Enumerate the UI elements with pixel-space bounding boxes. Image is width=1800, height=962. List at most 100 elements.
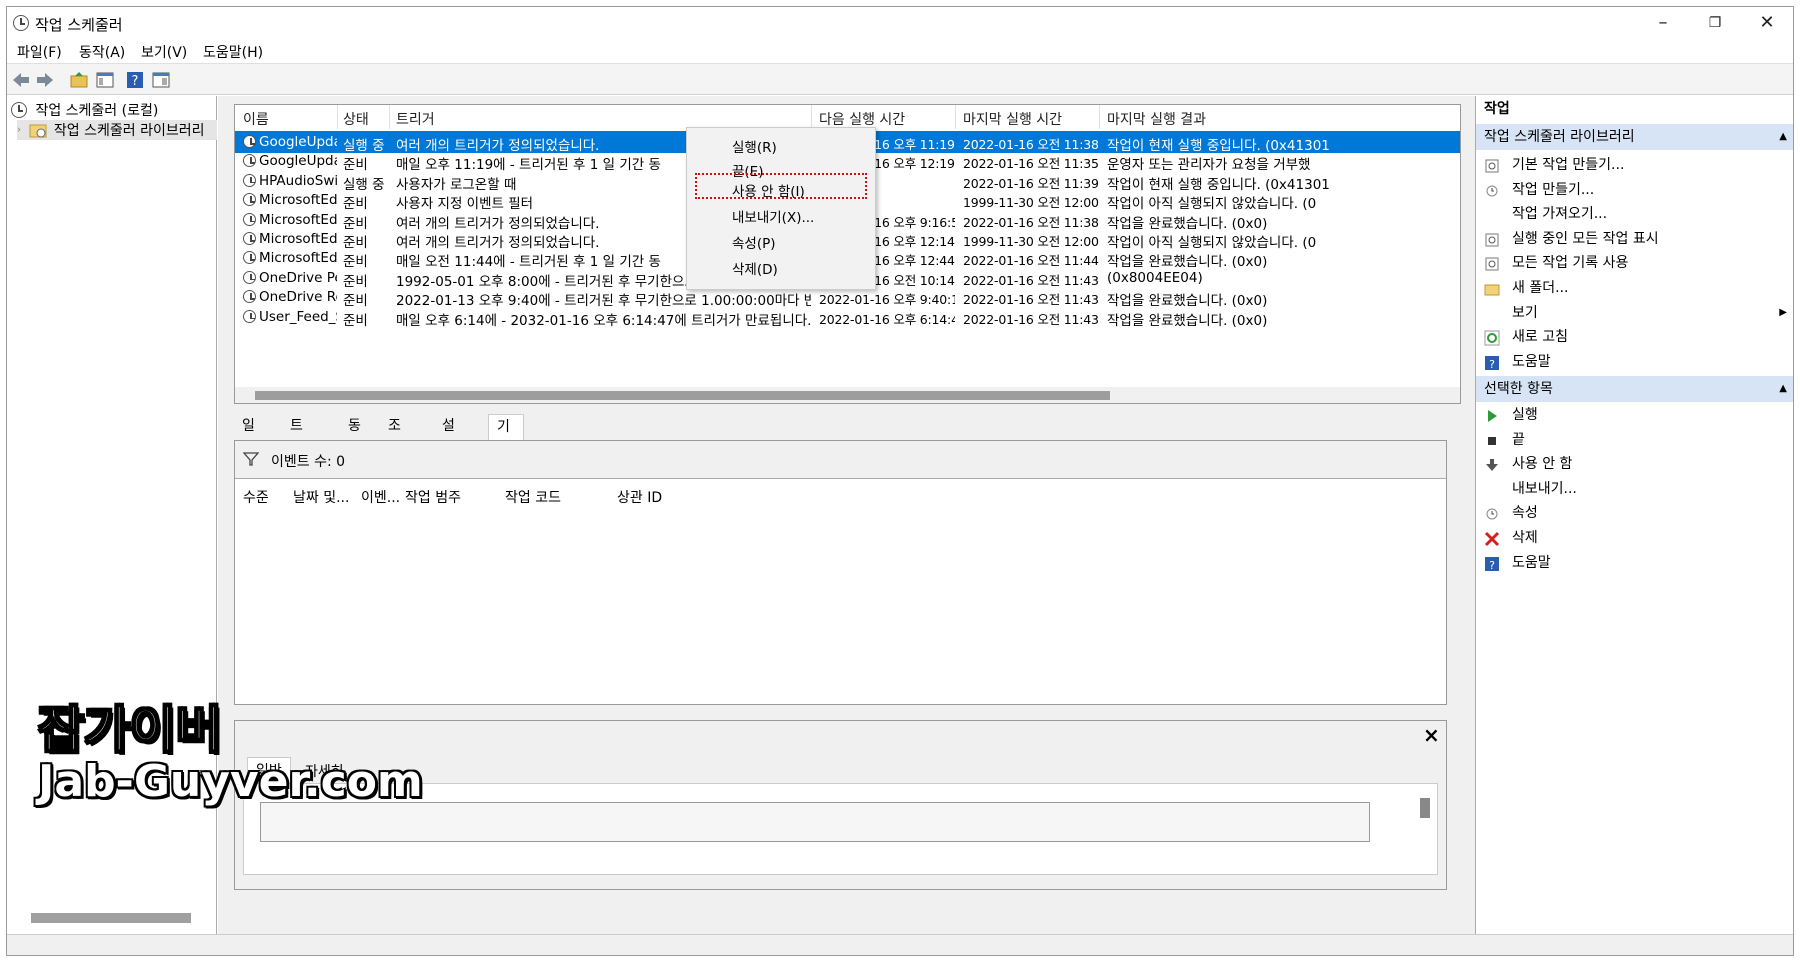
hist-col-opcode[interactable]: 작업 코드 xyxy=(505,487,561,507)
tab-history[interactable]: 기록(사용 안 함) xyxy=(488,414,525,555)
tab-settings[interactable]: 설정 xyxy=(434,414,463,458)
run-icon xyxy=(1484,407,1500,423)
ctx-disable[interactable]: 사용 안 함(I) xyxy=(732,180,805,200)
restore-button[interactable]: ❐ xyxy=(1689,7,1741,39)
actions-section-library[interactable]: 작업 스케줄러 라이브러리 ▲ xyxy=(1476,124,1793,150)
ctx-delete[interactable]: 삭제(D) xyxy=(732,258,778,278)
action-item[interactable]: 끝 xyxy=(1476,427,1793,453)
help-icon[interactable]: ? xyxy=(125,70,145,90)
up-folder-icon[interactable] xyxy=(69,70,89,90)
tab-actions[interactable]: 동작 xyxy=(340,414,369,458)
action-item[interactable]: 기본 작업 만들기... xyxy=(1476,152,1793,178)
action-item[interactable]: 작업 만들기... xyxy=(1476,177,1793,203)
hist-col-event[interactable]: 이벤... xyxy=(361,487,400,507)
cell-name: MicrosoftEd... xyxy=(259,192,337,209)
hist-col-correlation[interactable]: 상관 ID xyxy=(617,487,662,507)
cell-next: 2022-01-16 오후 6:14:47 xyxy=(819,311,955,327)
cell-result: 작업을 완료했습니다. (0x0) xyxy=(1107,312,1268,329)
menu-action[interactable]: 동작(A) xyxy=(79,42,125,62)
col-last-result[interactable]: 마지막 실행 결과 xyxy=(1107,109,1206,129)
action-pane-icon[interactable] xyxy=(151,70,171,90)
filter-icon[interactable] xyxy=(243,451,259,467)
tab-triggers[interactable]: 트리거 xyxy=(282,414,311,482)
action-item[interactable]: 내보내기... xyxy=(1476,476,1793,502)
new-task-icon xyxy=(1484,182,1500,198)
action-label: 도움말 xyxy=(1512,554,1551,571)
action-item[interactable]: 사용 안 함 xyxy=(1476,451,1793,477)
menu-view[interactable]: 보기(V) xyxy=(141,42,187,62)
history-icon xyxy=(1484,255,1500,271)
ctx-properties[interactable]: 속성(P) xyxy=(732,232,776,252)
menu-bar: 파일(F) 동작(A) 보기(V) 도움말(H) xyxy=(7,39,1793,63)
menu-help[interactable]: 도움말(H) xyxy=(203,42,263,62)
end-icon xyxy=(1484,432,1500,448)
ctx-run[interactable]: 실행(R) xyxy=(732,136,777,156)
console-tree-icon[interactable] xyxy=(95,70,115,90)
action-item[interactable]: 새 폴더... xyxy=(1476,275,1793,301)
tree-hscroll-thumb[interactable] xyxy=(31,913,191,923)
hist-col-level[interactable]: 수준 xyxy=(243,487,269,507)
action-label: 끝 xyxy=(1512,431,1525,448)
task-clock-icon xyxy=(243,135,256,148)
cell-name: GoogleUpda... xyxy=(259,153,337,170)
action-item[interactable]: 삭제 xyxy=(1476,525,1793,551)
chevron-right-icon[interactable]: › xyxy=(17,125,21,136)
col-trigger[interactable]: 트리거 xyxy=(396,109,435,129)
window-title: 작업 스케줄러 xyxy=(35,16,123,34)
left-splitter[interactable] xyxy=(218,96,226,934)
action-label: 모든 작업 기록 사용 xyxy=(1512,255,1629,272)
action-item[interactable]: 실행 중인 모든 작업 표시 xyxy=(1476,226,1793,252)
action-label: 새로 고침 xyxy=(1512,329,1568,346)
detail-vscroll-thumb[interactable] xyxy=(1420,798,1430,818)
tree-library[interactable]: › 작업 스케줄러 라이브러리 xyxy=(17,120,217,140)
task-list-hscroll[interactable] xyxy=(235,387,1460,403)
table-row[interactable]: User_Feed_S... 준비 매일 오후 6:14에 - 2032-01-16… xyxy=(235,306,1460,329)
col-last-run[interactable]: 마지막 실행 시간 xyxy=(963,109,1062,129)
forward-arrow-icon[interactable] xyxy=(35,70,55,90)
action-item[interactable]: 모든 작업 기록 사용 xyxy=(1476,250,1793,276)
menu-file[interactable]: 파일(F) xyxy=(17,42,62,62)
task-clock-icon xyxy=(243,173,256,187)
action-item[interactable]: ? 도움말 xyxy=(1476,550,1793,576)
action-item[interactable]: ? 도움말 xyxy=(1476,349,1793,375)
actions-section-selected[interactable]: 선택한 항목 ▲ xyxy=(1476,376,1793,402)
collapse-icon[interactable]: ▲ xyxy=(1779,376,1787,402)
title-bar: 작업 스케줄러 – ❐ ✕ xyxy=(7,7,1793,39)
action-item[interactable]: 속성 xyxy=(1476,500,1793,526)
task-scheduler-icon xyxy=(13,15,29,31)
ctx-export[interactable]: 내보내기(X)... xyxy=(732,206,814,226)
detail-textbox[interactable] xyxy=(260,802,1370,842)
minimize-button[interactable]: – xyxy=(1637,7,1689,39)
action-item[interactable]: 보기 ▶ xyxy=(1476,300,1793,326)
hist-col-category[interactable]: 작업 범주 xyxy=(405,487,461,507)
tree-root[interactable]: 작업 스케줄러 (로컬) xyxy=(11,100,158,120)
action-item[interactable]: 새로 고침 xyxy=(1476,324,1793,350)
submenu-arrow-icon: ▶ xyxy=(1779,306,1787,318)
hist-col-date[interactable]: 날짜 및... xyxy=(293,487,349,507)
cell-name: GoogleUpda... xyxy=(259,134,337,150)
task-clock-icon xyxy=(243,232,256,245)
col-name[interactable]: 이름 xyxy=(243,109,269,129)
action-label: 도움말 xyxy=(1512,353,1551,370)
col-next-run[interactable]: 다음 실행 시간 xyxy=(819,109,905,129)
tab-general[interactable]: 일반 xyxy=(234,414,263,458)
cell-status: 준비 xyxy=(343,312,368,329)
task-clock-icon xyxy=(243,212,256,226)
svg-text:?: ? xyxy=(1489,559,1495,572)
tab-conditions[interactable]: 조건 xyxy=(380,414,409,458)
svg-text:?: ? xyxy=(132,74,139,89)
col-status[interactable]: 상태 xyxy=(343,109,369,129)
properties-icon xyxy=(1484,505,1500,521)
action-item[interactable]: 작업 가져오기... xyxy=(1476,201,1793,227)
cell-name: MicrosoftEd... xyxy=(259,231,337,247)
clock-icon xyxy=(11,102,27,118)
cell-name: User_Feed_S... xyxy=(259,308,337,325)
event-count: 이벤트 수: 0 xyxy=(271,454,346,470)
close-icon[interactable]: × xyxy=(1423,723,1440,747)
collapse-icon[interactable]: ▲ xyxy=(1779,124,1787,150)
history-panel: 이벤트 수: 0 수준 날짜 및... 이벤... 작업 범주 작업 코드 상관… xyxy=(234,440,1447,705)
action-item[interactable]: 실행 xyxy=(1476,402,1793,428)
back-arrow-icon[interactable] xyxy=(11,70,31,90)
hscroll-thumb[interactable] xyxy=(255,391,1110,400)
close-button[interactable]: ✕ xyxy=(1741,7,1793,39)
